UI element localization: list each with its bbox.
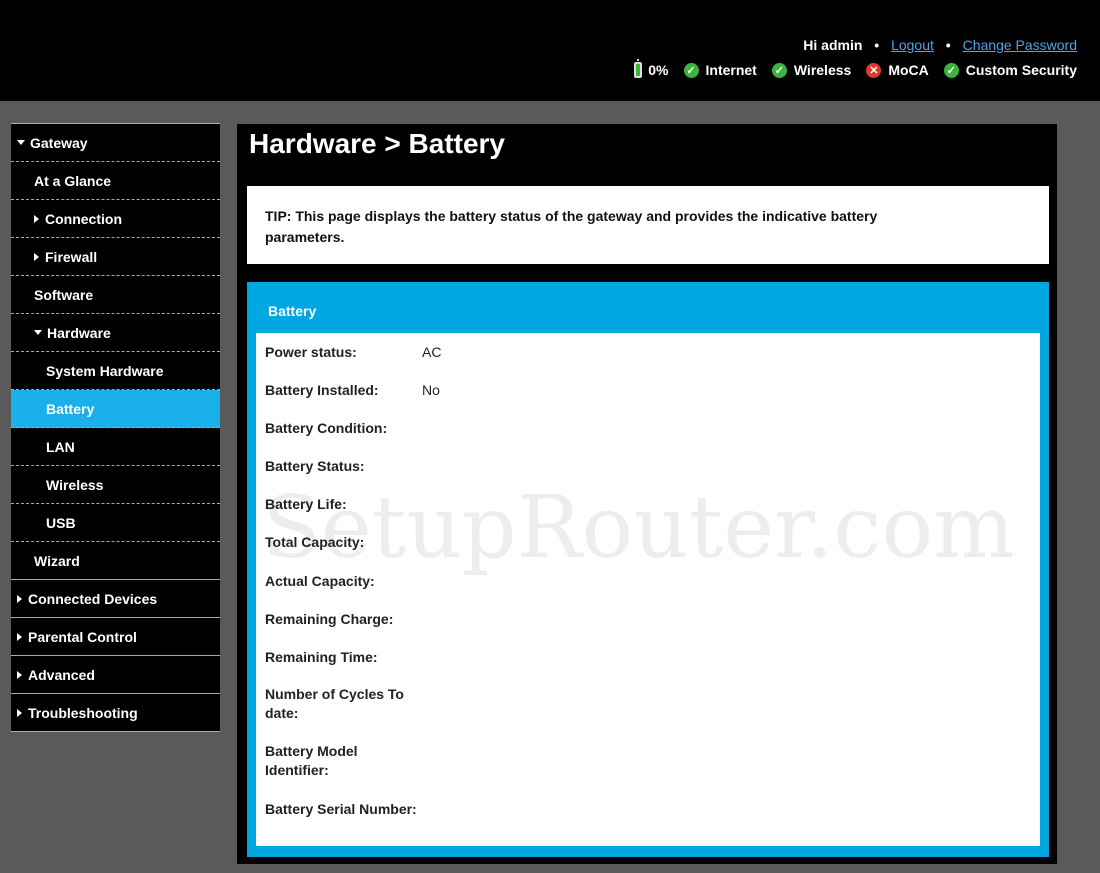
sidebar-item-firewall[interactable]: Firewall (11, 238, 220, 276)
field-value: AC (422, 344, 442, 360)
sidebar-item-label: Wizard (34, 552, 80, 569)
field-row: Remaining Charge: (265, 610, 865, 629)
sidebar-item-label: Battery (46, 400, 95, 417)
sidebar-item-label: Firewall (45, 248, 98, 265)
chevron-right-icon (17, 632, 22, 641)
panel-title: Battery (268, 303, 317, 319)
field-row: Number of Cycles To date: (265, 685, 865, 723)
moca-status: ✕ MoCA (866, 62, 929, 78)
separator-dot: • (945, 37, 951, 53)
chevron-right-icon (17, 708, 22, 717)
sidebar-item-lan[interactable]: LAN (11, 428, 220, 466)
battery-status: 0% (634, 59, 669, 78)
internet-status: ✓ Internet (683, 62, 757, 78)
chevron-right-icon (17, 594, 22, 603)
sidebar-item-label: Troubleshooting (28, 704, 138, 721)
field-label: Actual Capacity: (265, 573, 375, 589)
sidebar-item-wireless[interactable]: Wireless (11, 466, 220, 504)
field-label: Total Capacity: (265, 534, 365, 550)
sidebar-item-wizard[interactable]: Wizard (11, 542, 220, 580)
sidebar-item-label: Hardware (47, 324, 111, 341)
field-value: No (422, 382, 440, 398)
field-label: Number of Cycles To date: (265, 686, 404, 721)
field-row: Battery Status: (265, 457, 865, 476)
tip-text: TIP: This page displays the battery stat… (265, 208, 878, 245)
field-label: Remaining Time: (265, 649, 378, 665)
sidebar-item-label: Parental Control (28, 628, 137, 645)
field-label: Remaining Charge: (265, 611, 394, 627)
sidebar-item-software[interactable]: Software (11, 276, 220, 314)
user-bar: Hi admin • Logout • Change Password (803, 37, 1077, 53)
field-label: Battery Model Identifier: (265, 743, 358, 778)
field-row: Battery Life: (265, 495, 865, 514)
wireless-label: Wireless (793, 62, 852, 78)
change-password-link[interactable]: Change Password (963, 37, 1077, 53)
sidebar-item-troubleshooting[interactable]: Troubleshooting (11, 694, 220, 732)
greeting-text: Hi admin (803, 37, 863, 53)
tip-box: TIP: This page displays the battery stat… (247, 186, 1049, 264)
field-row: Battery Model Identifier: (265, 742, 865, 780)
chevron-right-icon (34, 214, 39, 223)
field-row: Remaining Time: (265, 648, 865, 667)
sidebar-item-advanced[interactable]: Advanced (11, 656, 220, 694)
top-header: Hi admin • Logout • Change Password 0% ✓… (0, 0, 1100, 101)
sidebar-item-label: System Hardware (46, 362, 164, 379)
sidebar-item-connection[interactable]: Connection (11, 200, 220, 238)
field-label: Battery Status: (265, 458, 365, 474)
sidebar-item-label: Connected Devices (28, 590, 158, 607)
sidebar-item-label: Gateway (30, 134, 88, 151)
field-row: Battery Condition: (265, 419, 865, 438)
sidebar-item-label: Software (34, 286, 94, 303)
field-row: Battery Serial Number: (265, 800, 865, 819)
separator-dot: • (874, 37, 880, 53)
field-label: Battery Serial Number: (265, 801, 417, 817)
sidebar-item-usb[interactable]: USB (11, 504, 220, 542)
battery-icon (634, 59, 643, 78)
chevron-right-icon (17, 670, 22, 679)
check-circle-icon: ✓ (683, 62, 699, 78)
page-title: Hardware > Battery (249, 128, 506, 159)
sidebar-item-label: USB (46, 514, 76, 531)
sidebar-item-at-a-glance[interactable]: At a Glance (11, 162, 220, 200)
field-row: Battery Installed: No (265, 381, 865, 400)
sidebar-item-label: At a Glance (34, 172, 112, 189)
field-row: Total Capacity: (265, 533, 865, 552)
field-label: Battery Installed: (265, 382, 379, 398)
status-bar: 0% ✓ Internet ✓ Wireless ✕ MoCA ✓ Custom… (634, 59, 1077, 78)
main-content: Hardware > Battery TIP: This page displa… (237, 124, 1057, 864)
field-label: Power status: (265, 344, 357, 360)
check-circle-icon: ✓ (943, 62, 959, 78)
field-label: Battery Life: (265, 496, 347, 512)
security-label: Custom Security (965, 62, 1077, 78)
security-status: ✓ Custom Security (943, 62, 1077, 78)
error-circle-icon: ✕ (866, 62, 882, 78)
sidebar-item-system-hardware[interactable]: System Hardware (11, 352, 220, 390)
field-row: Power status: AC (265, 343, 865, 362)
sidebar-item-label: Connection (45, 210, 122, 227)
wireless-status: ✓ Wireless (771, 62, 852, 78)
sidebar-nav: Gateway At a Glance Connection Firewall … (11, 123, 220, 732)
chevron-right-icon (34, 252, 39, 261)
sidebar-item-battery[interactable]: Battery (11, 390, 220, 428)
sidebar-item-label: Wireless (46, 476, 104, 493)
moca-label: MoCA (888, 62, 929, 78)
sidebar-item-label: Advanced (28, 666, 95, 683)
field-row: Actual Capacity: (265, 572, 865, 591)
battery-panel: Battery Power status: AC Battery Installe… (247, 282, 1049, 857)
chevron-down-icon (34, 330, 42, 335)
field-label: Battery Condition: (265, 420, 388, 436)
logout-link[interactable]: Logout (891, 37, 934, 53)
sidebar-item-parental-control[interactable]: Parental Control (11, 618, 220, 656)
internet-label: Internet (705, 62, 757, 78)
check-circle-icon: ✓ (771, 62, 787, 78)
sidebar-item-label: LAN (46, 438, 75, 455)
sidebar-item-hardware[interactable]: Hardware (11, 314, 220, 352)
battery-details: Power status: AC Battery Installed: No Bat… (256, 333, 1040, 846)
chevron-down-icon (17, 140, 25, 145)
sidebar-item-connected-devices[interactable]: Connected Devices (11, 580, 220, 618)
battery-percent: 0% (648, 62, 669, 78)
sidebar-item-gateway[interactable]: Gateway (11, 124, 220, 162)
